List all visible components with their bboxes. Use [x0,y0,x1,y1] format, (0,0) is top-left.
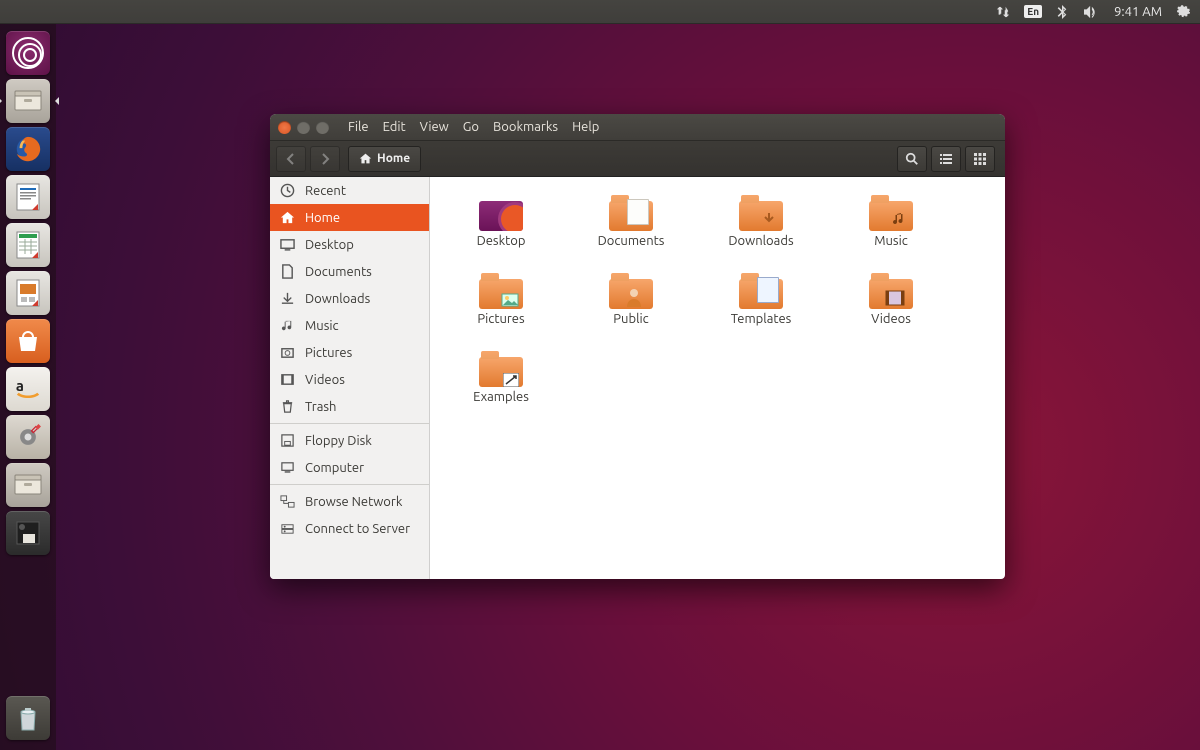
top-panel: En 9:41 AM [0,0,1200,24]
menu-edit[interactable]: Edit [383,120,406,134]
view-grid-button[interactable] [965,146,995,172]
menu-bookmarks[interactable]: Bookmarks [493,120,558,134]
dash-icon[interactable] [6,31,50,75]
lang-badge: En [1024,5,1042,18]
folder-music[interactable]: Music [826,195,956,273]
sidebar-floppy[interactable]: Floppy Disk [270,427,429,454]
pathbar-home[interactable]: Home [348,146,421,172]
launcher-software[interactable] [6,319,50,363]
sidebar-browse-network[interactable]: Browse Network [270,488,429,515]
sidebar-separator [270,423,429,424]
nav-forward-button[interactable] [310,146,340,172]
launcher-trash[interactable] [6,696,50,740]
clock-indicator[interactable]: 9:41 AM [1114,0,1162,24]
nav-back-button[interactable] [276,146,306,172]
sidebar-documents[interactable]: Documents [270,258,429,285]
menu-file[interactable]: File [348,120,369,134]
folder-desktop[interactable]: Desktop [436,195,566,273]
folder-videos[interactable]: Videos [826,273,956,351]
sidebar-desktop[interactable]: Desktop [270,231,429,258]
launcher-calc[interactable] [6,223,50,267]
files-window: File Edit View Go Bookmarks Help Home Re… [270,114,1005,579]
keyboard-indicator[interactable]: En [1024,0,1042,24]
menu-go[interactable]: Go [463,120,479,134]
folder-public[interactable]: Public [566,273,696,351]
window-minimize-button[interactable] [297,121,310,134]
launcher-files[interactable] [6,79,50,123]
search-button[interactable] [897,146,927,172]
launcher-archive[interactable] [6,463,50,507]
sidebar-videos[interactable]: Videos [270,366,429,393]
folder-documents[interactable]: Documents [566,195,696,273]
places-sidebar: Recent Home Desktop Documents Downloads … [270,177,430,579]
launcher-settings[interactable] [6,415,50,459]
launcher-writer[interactable] [6,175,50,219]
menu-help[interactable]: Help [572,120,599,134]
sidebar-home[interactable]: Home [270,204,429,231]
window-titlebar[interactable]: File Edit View Go Bookmarks Help [270,114,1005,141]
clock-text: 9:41 AM [1114,5,1162,19]
session-menu-icon[interactable] [1176,0,1190,24]
pathbar-home-label: Home [377,152,410,165]
svg-text:a: a [16,377,24,394]
sidebar-connect-server[interactable]: Connect to Server [270,515,429,542]
unity-launcher: a [0,24,56,750]
view-list-button[interactable] [931,146,961,172]
bluetooth-indicator[interactable] [1056,0,1068,24]
sidebar-computer[interactable]: Computer [270,454,429,481]
toolbar: Home [270,141,1005,177]
launcher-amazon[interactable]: a [6,367,50,411]
launcher-disks[interactable] [6,511,50,555]
menu-view[interactable]: View [420,120,449,134]
sidebar-music[interactable]: Music [270,312,429,339]
folder-pictures[interactable]: Pictures [436,273,566,351]
sound-indicator[interactable] [1082,0,1100,24]
window-maximize-button[interactable] [316,121,329,134]
sidebar-pictures[interactable]: Pictures [270,339,429,366]
network-indicator[interactable] [996,0,1010,24]
folder-downloads[interactable]: Downloads [696,195,826,273]
sidebar-trash[interactable]: Trash [270,393,429,420]
folder-templates[interactable]: Templates [696,273,826,351]
sidebar-downloads[interactable]: Downloads [270,285,429,312]
folder-examples[interactable]: Examples [436,351,566,429]
launcher-firefox[interactable] [6,127,50,171]
window-close-button[interactable] [278,121,291,134]
launcher-impress[interactable] [6,271,50,315]
sidebar-recent[interactable]: Recent [270,177,429,204]
icon-view[interactable]: Desktop Documents Downloads Music Pictur… [430,177,1005,579]
sidebar-separator [270,484,429,485]
